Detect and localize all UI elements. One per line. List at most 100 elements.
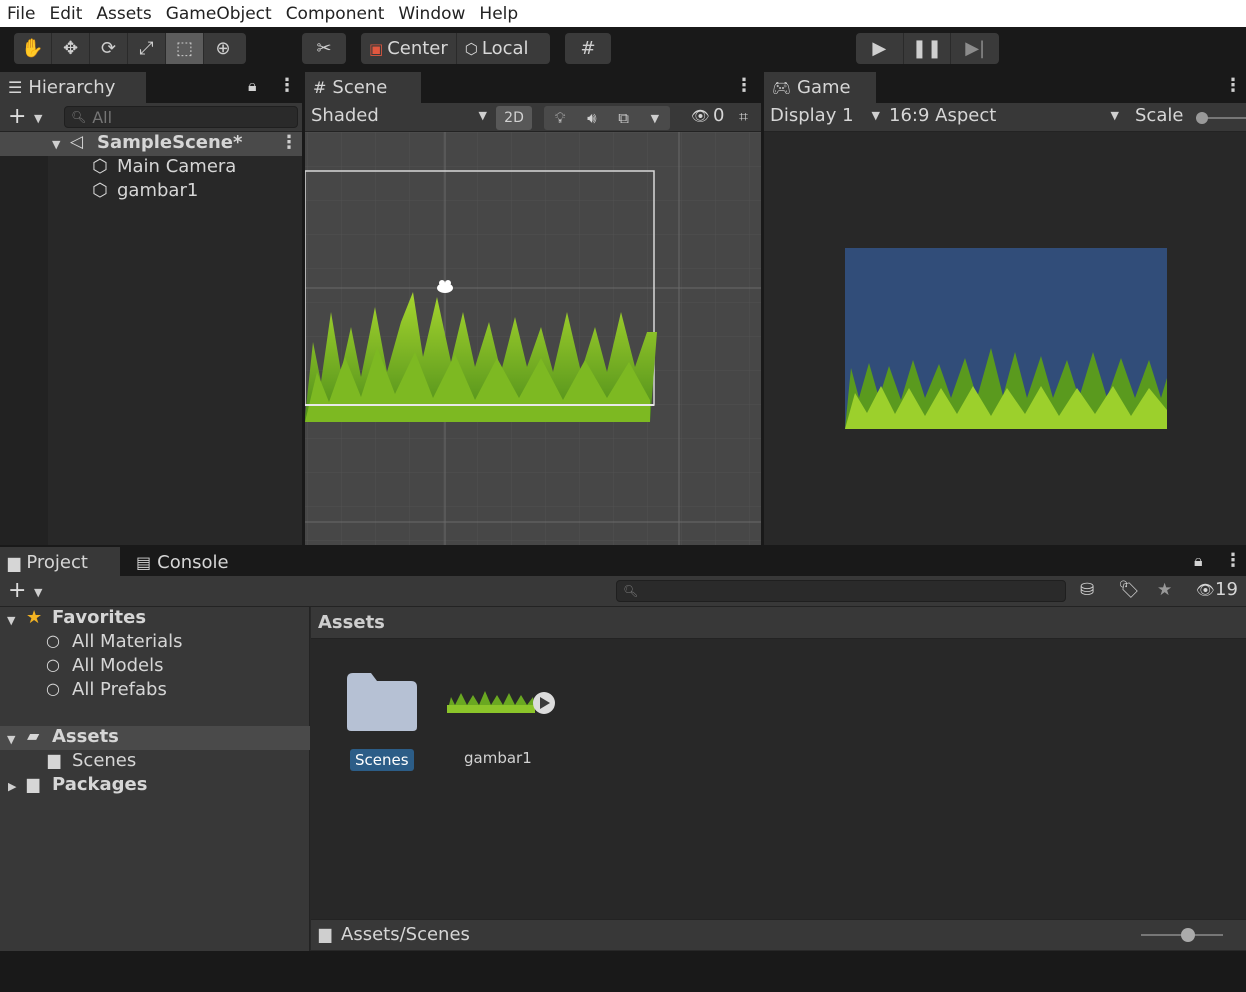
menu-gameobject[interactable]: GameObject [159,4,279,24]
hidden-packages-button[interactable]: 👁︎ 19 [1196,579,1238,600]
scale-tool-button[interactable]: ⤢ [128,33,166,64]
project-tree: ▼ ★ Favorites ○ All Materials ○ All Mode… [0,607,310,951]
scene-menu-icon[interactable]: ⋮ [735,75,753,96]
project-search-input[interactable]: 🔍︎ [616,580,1066,602]
grid-icon: # [313,78,327,97]
scale-label: Scale [1135,105,1184,126]
tab-console[interactable]: ▤ Console [128,547,237,578]
game-tab-label: Game [797,77,851,98]
label-tag-icon[interactable]: 🏷︎ [1118,580,1140,600]
add-dropdown-icon[interactable]: ▼ [34,586,42,599]
assets-row[interactable]: ▼ ▰ Assets [0,726,310,750]
hierarchy-item-label: Main Camera [117,156,237,177]
scene-menu-icon[interactable]: ⋮ [280,132,298,153]
add-icon[interactable]: + [8,578,26,603]
hierarchy-search-field[interactable] [92,107,296,127]
favorite-item-label: All Materials [72,631,183,652]
tab-project[interactable]: ▆ Project [0,547,120,578]
menu-window[interactable]: Window [391,4,472,24]
hierarchy-panel: ☰ Hierarchy 🔒︎ ⋮ + ▼ 🔍︎ ▼ ◁ SampleScene*… [0,72,302,545]
expand-icon[interactable]: ▼ [52,138,60,151]
scene-toggles: 💡︎ 🔊︎ ⧉ ▼ [544,106,670,130]
grid-snap-button[interactable]: # [565,33,611,64]
effects-icon[interactable]: ⧉ [618,109,629,127]
scene-name: SampleScene* [97,132,243,153]
menu-component[interactable]: Component [279,4,392,24]
breadcrumb[interactable]: Assets [318,612,385,633]
scene-row[interactable]: ▼ ◁ SampleScene* ⋮ [0,132,302,156]
scene-view [305,132,761,545]
pivot-local-button[interactable]: ⬡ Local [457,33,537,64]
scale-slider[interactable] [1196,112,1246,124]
lock-icon[interactable]: 🔒︎ [1194,551,1203,571]
favorites-row[interactable]: ▼ ★ Favorites [0,607,310,631]
asset-grid: Scenes gambar1 [311,639,1246,919]
menu-help[interactable]: Help [472,4,525,24]
menu-file[interactable]: File [0,4,42,24]
hierarchy-item-gambar1[interactable]: ⬡ gambar1 [0,180,302,204]
transform-tool-button[interactable]: ⊕ [204,33,242,64]
tab-game[interactable]: 🎮︎ Game [764,72,876,103]
assets-child-scenes[interactable]: ▆ Scenes [0,750,310,774]
audio-icon[interactable]: 🔊︎ [587,109,596,127]
folder-icon: ▆ [48,750,61,769]
play-button[interactable]: ▶ [856,33,904,64]
star-icon[interactable]: ★ [1157,580,1172,600]
grid-toggle-icon[interactable]: ⌗ [739,107,748,127]
mode-2d-button[interactable]: 2D [496,106,532,130]
menu-edit[interactable]: Edit [42,4,89,24]
display-dropdown[interactable]: Display 1 ▼ [770,105,880,126]
assets-label: Assets [52,726,119,747]
effects-dropdown-icon[interactable]: ▼ [651,112,659,125]
step-button[interactable]: ▶| [951,33,999,64]
collapse-icon[interactable]: ▶ [8,780,16,793]
packages-row[interactable]: ▶ ▆ Packages [0,774,310,798]
favorite-item[interactable]: ○ All Materials [0,631,310,655]
lighting-icon[interactable]: 💡︎ [555,109,566,127]
folder-icon: ▆ [8,553,21,572]
hierarchy-search-input[interactable]: 🔍︎ [64,106,298,128]
hand-tool-button[interactable]: ✋ [14,33,52,64]
hierarchy-item-main-camera[interactable]: ⬡ Main Camera [0,156,302,180]
project-menu-icon[interactable]: ⋮ [1224,550,1242,571]
pause-button[interactable]: ❚❚ [904,33,952,64]
move-tool-button[interactable]: ✥ [52,33,90,64]
lock-icon[interactable]: 🔒︎ [248,76,257,96]
shading-label: Shaded [311,105,379,126]
icon-size-slider[interactable] [1141,928,1223,942]
asset-gambar1[interactable]: gambar1 [445,683,559,773]
gameobject-icon: ⬡ [92,156,108,177]
rect-tool-button[interactable]: ⬚ [166,33,204,64]
shading-dropdown[interactable]: Shaded ▼ [311,105,487,126]
menu-assets[interactable]: Assets [89,4,158,24]
scale-slider-thumb[interactable] [1196,112,1208,124]
expand-icon[interactable]: ▼ [7,614,15,627]
tab-hierarchy[interactable]: ☰ Hierarchy [0,72,146,103]
hierarchy-menu-icon[interactable]: ⋮ [278,75,296,96]
asset-scenes-folder[interactable]: Scenes [345,671,419,771]
add-dropdown-icon[interactable]: ▼ [34,112,42,125]
hidden-objects-button[interactable]: 👁︎ 0 [691,105,725,126]
project-search-field[interactable] [638,581,1037,601]
custom-tool-button[interactable]: ✂ [302,33,346,64]
hierarchy-item-label: gambar1 [117,180,199,201]
add-icon[interactable]: + [8,104,26,129]
favorite-item[interactable]: ○ All Prefabs [0,679,310,703]
aspect-dropdown[interactable]: 16:9 Aspect ▼ [889,105,1119,126]
expand-icon[interactable]: ▼ [7,733,15,746]
tab-scene[interactable]: # Scene [305,72,421,103]
step-icon: ▶| [965,38,986,59]
rect-icon: ⬚ [175,38,193,59]
rotate-tool-button[interactable]: ⟳ [90,33,128,64]
icon-size-slider-thumb[interactable] [1181,928,1195,942]
scene-viewport[interactable] [305,132,761,545]
filter-type-icon[interactable]: ⛁ [1080,580,1094,600]
game-menu-icon[interactable]: ⋮ [1224,75,1242,96]
favorite-item[interactable]: ○ All Models [0,655,310,679]
game-toolbar: Display 1 ▼ 16:9 Aspect ▼ Scale [764,103,1246,132]
pivot-local-icon: ⬡ [464,39,478,58]
packages-label: Packages [52,774,148,795]
gamepad-icon: 🎮︎ [772,78,792,97]
pivot-center-button[interactable]: ▣ Center [361,33,457,64]
project-panel: ▆ Project ▤ Console 🔒︎ ⋮ + ▼ 🔍︎ ⛁ 🏷︎ ★ 👁… [0,547,1246,951]
